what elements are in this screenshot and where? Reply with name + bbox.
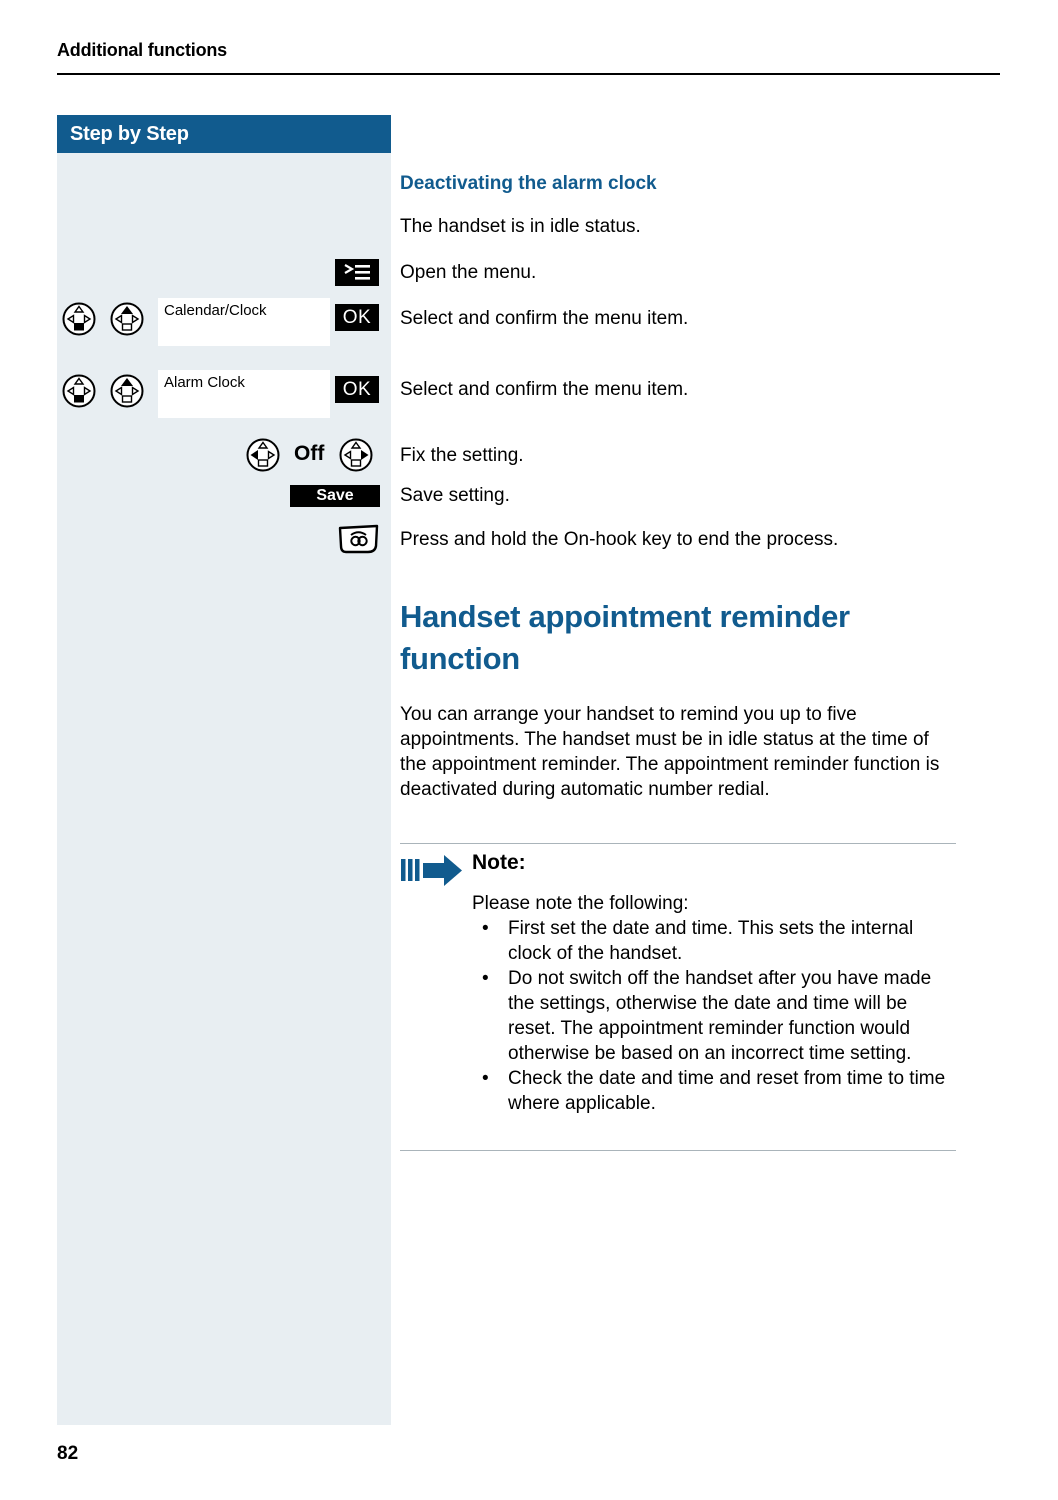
note-bullet-list: • First set the date and time. This sets… [472,916,956,1116]
note-bullet-text: First set the date and time. This sets t… [508,918,914,964]
page-number: 82 [57,1443,79,1464]
section-subheading: Deactivating the alarm clock [400,173,657,194]
step-row-save: Save [0,485,391,509]
note-bullet-item: • Do not switch off the handset after yo… [472,966,956,1066]
step-row-open-menu [0,259,391,287]
instruction-open-menu: Open the menu. [400,262,537,283]
on-hook-key-icon[interactable] [335,522,383,563]
page-title: Handset appointment reminder function [400,599,850,676]
ok-key-icon[interactable]: OK [335,304,379,331]
note-bullet-text: Check the date and time and reset from t… [508,1068,946,1114]
sidebar-header-bar: Step by Step [57,115,391,153]
nav-key-down-icon[interactable] [62,374,96,408]
display-text: Alarm Clock [164,374,245,391]
note-box: Note: Please note the following: • First… [400,843,956,1151]
note-title: Note: [472,851,526,874]
instruction-save-setting: Save setting. [400,485,510,506]
note-bottom-divider [400,1150,956,1151]
note-bullet-item: • Check the date and time and reset from… [472,1066,956,1116]
ok-key-icon[interactable]: OK [335,376,379,403]
instruction-fix-setting: Fix the setting. [400,445,524,466]
handset-display-calendar-clock: Calendar/Clock [158,298,330,346]
step-row-calendar-clock: Calendar/Clock OK [0,298,391,348]
nav-key-up-icon[interactable] [110,302,144,336]
off-value-label: Off [294,442,325,465]
display-text: Calendar/Clock [164,302,267,319]
note-top-divider [400,843,956,844]
save-softkey[interactable]: Save [290,485,380,507]
bullet-glyph: • [482,968,489,989]
step-row-end-process [0,522,391,558]
note-bullet-text: Do not switch off the handset after you … [508,968,932,1064]
nav-key-right-icon[interactable] [339,438,373,472]
step-row-alarm-clock: Alarm Clock OK [0,370,391,420]
menu-key-icon[interactable] [335,259,379,286]
intro-paragraph: You can arrange your handset to remind y… [400,704,940,800]
nav-key-down-icon[interactable] [62,302,96,336]
nav-key-left-icon[interactable] [246,438,280,472]
handset-display-alarm-clock: Alarm Clock [158,370,330,418]
note-bullet-item: • First set the date and time. This sets… [472,916,956,966]
instruction-select-confirm-2: Select and confirm the menu item. [400,379,689,400]
note-arrow-icon [400,853,468,889]
step-row-fix-setting: Off [0,438,391,474]
instruction-end-process: Press and hold the On-hook key to end th… [400,529,839,550]
sidebar-title: Step by Step [70,123,189,145]
running-header-title: Additional functions [57,40,227,60]
bullet-glyph: • [482,1068,489,1089]
header-divider [57,73,1000,75]
note-body: Please note the following: • First set t… [472,891,956,1116]
nav-key-up-icon[interactable] [110,374,144,408]
note-lead-text: Please note the following: [472,893,689,914]
idle-status-line: The handset is in idle status. [400,216,641,237]
running-header: Additional functions [57,40,1000,61]
instruction-select-confirm-1: Select and confirm the menu item. [400,308,689,329]
bullet-glyph: • [482,918,489,939]
